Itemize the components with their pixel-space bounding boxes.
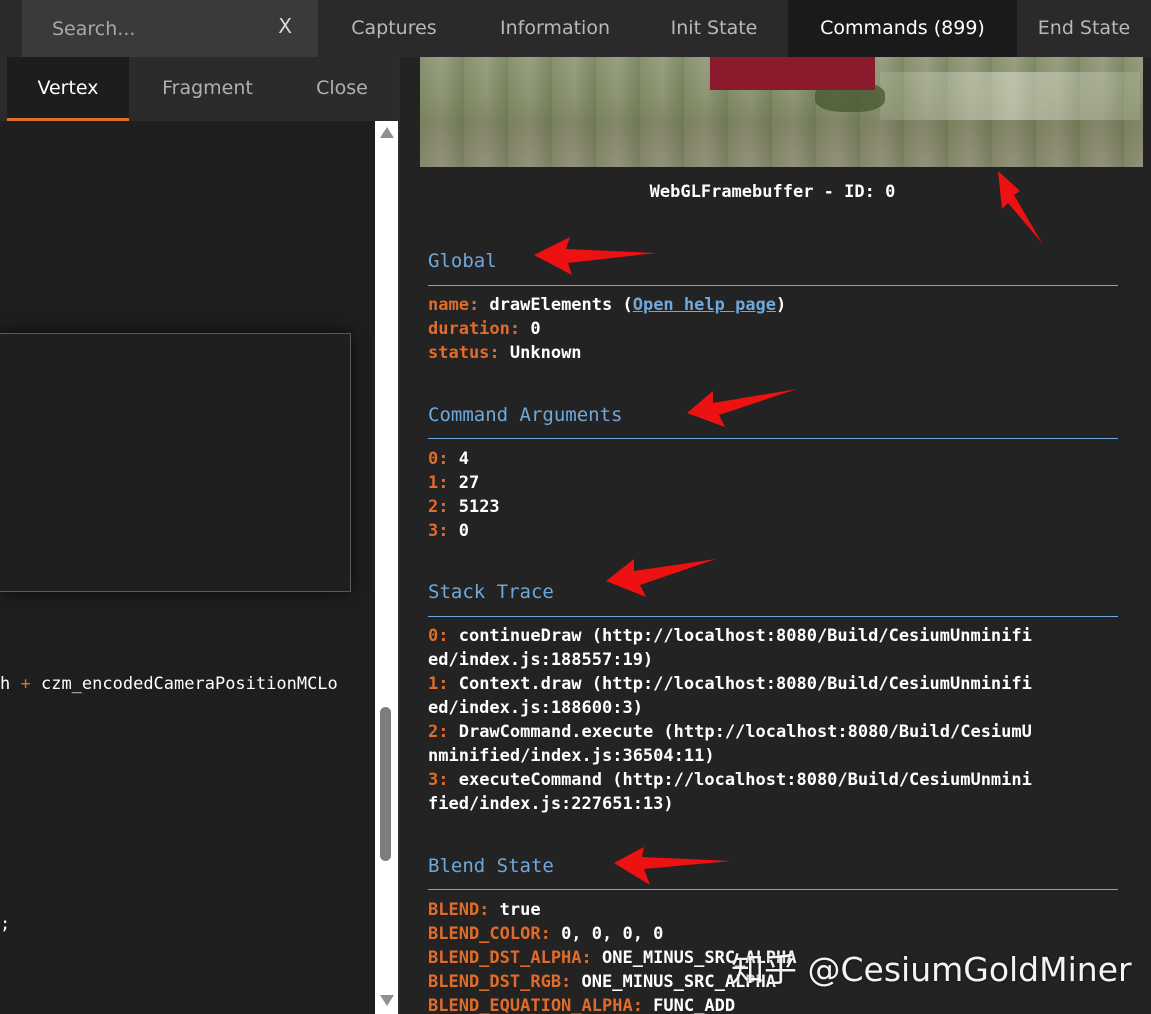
tab-end-state[interactable]: End State	[1017, 0, 1151, 57]
stack-trace-line: fied/index.js:227651:13)	[428, 794, 674, 814]
scroll-thumb[interactable]	[380, 707, 391, 861]
framebuffer-thumbnail[interactable]	[420, 57, 1143, 167]
argument-row: 3: 0	[428, 521, 469, 541]
stack-trace-line: 2: DrawCommand.execute (http://localhost…	[428, 722, 1032, 742]
close-shader-button[interactable]: Close	[286, 57, 398, 119]
watermark: 知乎 @CesiumGoldMiner	[731, 950, 1132, 989]
arrow-annotation-icon	[534, 237, 656, 275]
search-input[interactable]	[50, 14, 274, 44]
stack-trace-line: ed/index.js:188600:3)	[428, 698, 643, 718]
tab-commands[interactable]: Commands (899)	[788, 0, 1017, 57]
tab-vertex[interactable]: Vertex	[7, 57, 129, 121]
tab-information[interactable]: Information	[470, 0, 640, 57]
arrow-annotation-icon	[998, 171, 1042, 243]
stack-trace-line: 3: executeCommand (http://localhost:8080…	[428, 770, 1032, 790]
top-bar: X Captures Information Init State Comman…	[0, 0, 1151, 57]
tab-captures[interactable]: Captures	[318, 0, 470, 57]
code-scrollbar[interactable]	[375, 121, 398, 1014]
shader-panel: Vertex Fragment Close h + czm_encodedCam…	[0, 57, 398, 1014]
global-name-row: name: drawElements (Open help page)	[428, 295, 787, 315]
blend-row: BLEND: true	[428, 900, 541, 920]
blend-row: BLEND_DST_RGB: ONE_MINUS_SRC_ALPHA	[428, 972, 776, 992]
argument-row: 1: 27	[428, 473, 480, 493]
section-title-global: Global	[428, 250, 497, 272]
shader-tabs: Vertex Fragment Close	[0, 57, 398, 121]
section-divider	[428, 438, 1118, 439]
global-status-row: status: Unknown	[428, 343, 582, 363]
code-line: h + czm_encodedCameraPositionMCLo	[0, 674, 338, 694]
code-line: ;	[0, 914, 11, 934]
arrow-annotation-icon	[606, 559, 716, 597]
tab-init-state[interactable]: Init State	[640, 0, 788, 57]
argument-row: 2: 5123	[428, 497, 500, 517]
shader-code-popup	[0, 333, 351, 592]
section-divider	[428, 889, 1118, 890]
scroll-up-arrow-icon[interactable]	[380, 127, 394, 138]
open-help-page-link[interactable]: Open help page	[633, 295, 776, 315]
arrow-annotation-icon	[687, 389, 797, 427]
section-title-blend-state: Blend State	[428, 855, 554, 877]
arrow-annotation-icon	[614, 847, 731, 885]
stack-trace-line: 1: Context.draw (http://localhost:8080/B…	[428, 674, 1032, 694]
argument-row: 0: 4	[428, 449, 469, 469]
tab-fragment[interactable]: Fragment	[129, 57, 286, 119]
section-divider	[428, 616, 1118, 617]
section-divider	[428, 285, 1118, 286]
scroll-down-arrow-icon[interactable]	[380, 995, 394, 1006]
global-duration-row: duration: 0	[428, 319, 541, 339]
blend-row: BLEND_EQUATION_ALPHA: FUNC_ADD	[428, 996, 736, 1014]
stack-trace-line: 0: continueDraw (http://localhost:8080/B…	[428, 626, 1032, 646]
blend-row: BLEND_COLOR: 0, 0, 0, 0	[428, 924, 664, 944]
stack-trace-line: ed/index.js:188557:19)	[428, 650, 654, 670]
section-title-stack-trace: Stack Trace	[428, 581, 554, 603]
search-box: X	[22, 0, 318, 57]
clear-search-button[interactable]: X	[278, 14, 292, 38]
section-title-command-arguments: Command Arguments	[428, 404, 623, 426]
stack-trace-line: nminified/index.js:36504:11)	[428, 746, 715, 766]
